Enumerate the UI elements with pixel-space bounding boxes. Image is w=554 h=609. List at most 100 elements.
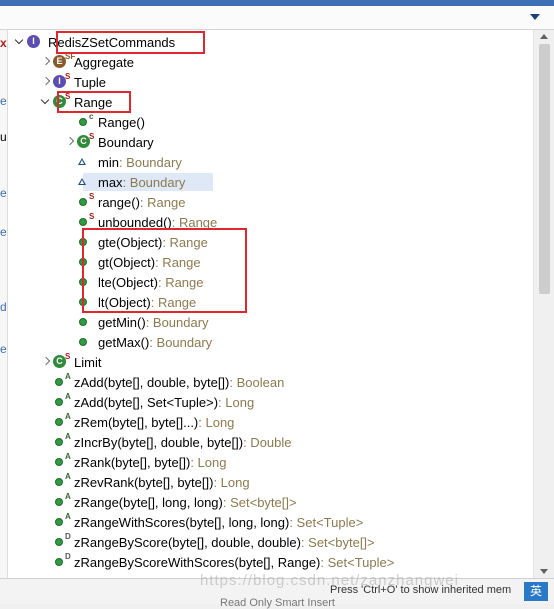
watermark: https://blog.csdn.net/zanzhangwei — [200, 572, 459, 589]
outline-item-type: : Boundary — [122, 174, 186, 190]
outline-item-label: Aggregate — [74, 54, 134, 70]
outline-item-type: : Range — [155, 254, 201, 270]
expand-arrow-icon[interactable] — [14, 32, 26, 52]
method-icon: A — [52, 412, 74, 432]
outline-item[interactable]: AzRevRank(byte[], byte[]) : Long — [8, 472, 533, 492]
outline-item-label: gt(Object) — [98, 254, 156, 270]
outline-item[interactable]: lte(Object) : Range — [8, 272, 533, 292]
outline-item[interactable]: E SF Aggregate — [8, 52, 533, 72]
scroll-up-icon[interactable] — [540, 34, 548, 39]
outline-item-type: : Set<byte[]> — [300, 534, 375, 550]
method-icon: A — [52, 372, 74, 392]
outline-item[interactable]: C S Boundary — [8, 132, 533, 152]
outline-item-type: : Double — [243, 434, 292, 450]
outline-item[interactable]: getMax() : Boundary — [8, 332, 533, 352]
method-icon — [76, 312, 98, 332]
ime-indicator[interactable]: 英 — [524, 582, 548, 601]
edge-char-1: e — [0, 94, 7, 108]
outline-item-type: : Boolean — [229, 374, 285, 390]
method-icon: A — [52, 452, 74, 472]
editor-status-text: Read Only Smart Insert — [220, 597, 335, 609]
outline-item[interactable]: AzRem(byte[], byte[]...) : Long — [8, 412, 533, 432]
outline-item[interactable]: C S Limit — [8, 352, 533, 372]
outline-item-type: : Long — [218, 394, 255, 410]
outline-item[interactable]: gte(Object) : Range — [8, 232, 533, 252]
outline-item[interactable]: AzRange(byte[], long, long) : Set<byte[]… — [8, 492, 533, 512]
outline-root-row[interactable]: I RedisZSetCommands — [8, 32, 533, 52]
view-menu-dropdown-icon[interactable] — [530, 14, 540, 20]
outline-item-type: : Long — [198, 414, 235, 430]
outline-item-label: Range — [74, 94, 113, 110]
outline-item[interactable]: c Range() — [8, 112, 533, 132]
outline-item-label: lte(Object) — [98, 274, 158, 290]
outline-item-label: Limit — [74, 354, 102, 370]
outline-item[interactable]: I S Tuple — [8, 72, 533, 92]
vertical-scrollbar[interactable] — [533, 30, 554, 578]
outline-item[interactable]: C S Range — [8, 92, 533, 112]
outline-item[interactable]: getMin() : Boundary — [8, 312, 533, 332]
collapse-arrow-icon[interactable] — [40, 52, 52, 72]
outline-item[interactable]: AzRank(byte[], byte[]) : Long — [8, 452, 533, 472]
interface-icon: IS — [52, 72, 74, 92]
outline-item[interactable]: AzRangeWithScores(byte[], long, long) : … — [8, 512, 533, 532]
outline-item[interactable]: DzRangeByScoreWithScores(byte[], Range) … — [8, 552, 533, 572]
outline-item[interactable]: AzAdd(byte[], Set<Tuple>) : Long — [8, 392, 533, 412]
outline-item[interactable]: gt(Object) : Range — [8, 252, 533, 272]
outline-item[interactable]: DzRangeByScore(byte[], double, double) :… — [8, 532, 533, 552]
enum-icon: E SF — [52, 52, 75, 72]
outline-item[interactable]: AzAdd(byte[], double, byte[]) : Boolean — [8, 372, 533, 392]
outline-item-type: : Range — [162, 234, 208, 250]
scroll-down-icon[interactable] — [540, 569, 548, 574]
outline-item[interactable]: Srange() : Range — [8, 192, 533, 212]
background-editor-edge: x e u e e d e — [0, 30, 8, 604]
filter-bar[interactable] — [0, 6, 554, 30]
outline-item-label: getMax() — [98, 334, 150, 350]
outline-item-type: : Range — [157, 274, 204, 290]
expand-arrow-icon[interactable] — [40, 92, 52, 112]
outline-item-type: : Boundary — [145, 314, 209, 330]
outline-item-type: : Long — [213, 474, 250, 490]
method-icon: S — [76, 212, 98, 232]
method-icon: S — [76, 192, 98, 212]
field-icon — [76, 172, 98, 192]
outline-item-label: max — [98, 174, 123, 190]
outline-item[interactable]: Sunbounded() : Range — [8, 212, 533, 232]
collapse-arrow-icon[interactable] — [40, 72, 52, 92]
outline-item[interactable]: lt(Object) : Range — [8, 292, 533, 312]
method-icon — [76, 232, 98, 252]
method-icon: A — [52, 512, 74, 532]
collapse-arrow-icon[interactable] — [64, 132, 76, 152]
outline-item[interactable]: AzIncrBy(byte[], double, byte[]) : Doubl… — [8, 432, 533, 452]
method-icon: D — [52, 552, 74, 572]
scrollbar-thumb[interactable] — [539, 44, 550, 294]
edge-char-4: e — [0, 225, 7, 239]
outline-item-label: zRem(byte[], byte[]...) — [74, 414, 199, 430]
method-icon — [76, 292, 98, 312]
outline-item-label: lt(Object) — [98, 294, 151, 310]
outline-item-label: zRevRank(byte[], byte[]) — [74, 474, 214, 490]
method-icon: A — [52, 392, 74, 412]
method-icon: A — [52, 432, 74, 452]
outline-tree[interactable]: I RedisZSetCommands E SF Aggregate I S Tuple C… — [8, 30, 533, 578]
status-footer: Read Only Smart Insert Press 'Ctrl+O' to… — [0, 572, 554, 609]
method-icon: A — [52, 492, 74, 512]
outline-item[interactable]: min : Boundary — [8, 152, 533, 172]
class-icon: CS — [76, 132, 98, 152]
outline-item[interactable]: max : Boundary — [8, 172, 533, 192]
collapse-arrow-icon[interactable] — [40, 352, 52, 372]
outline-item-label: gte(Object) — [98, 234, 163, 250]
